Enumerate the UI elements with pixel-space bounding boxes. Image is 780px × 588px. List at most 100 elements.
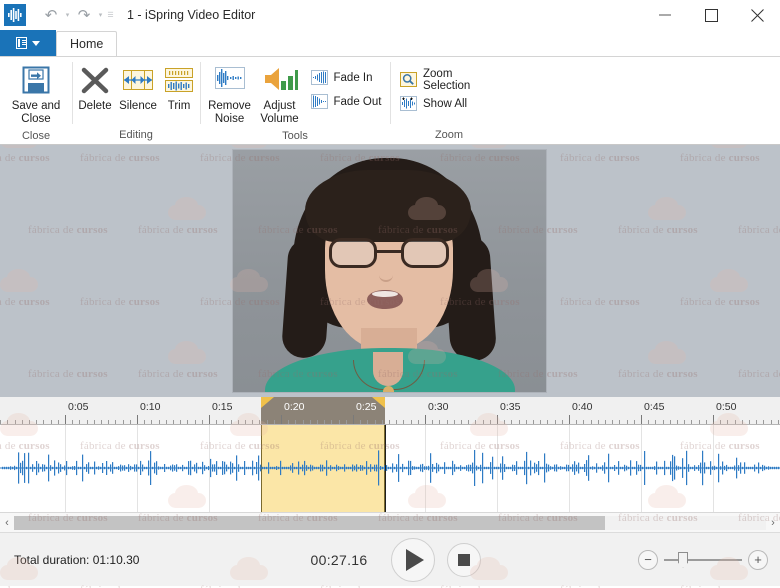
ruler-tick-minor <box>108 420 109 424</box>
redo-icon[interactable]: ↷ <box>73 4 95 26</box>
ruler-tick-major <box>497 415 498 424</box>
ruler-tick-major <box>137 415 138 424</box>
video-preview-stage <box>0 145 780 397</box>
file-menu-icon <box>16 37 27 49</box>
zoom-slider-knob[interactable] <box>678 551 689 568</box>
redo-dropdown-caret-icon[interactable]: ▾ <box>96 4 105 26</box>
ruler-tick-major <box>281 415 282 424</box>
scroll-right-arrow-icon[interactable]: › <box>766 513 780 533</box>
minimize-button[interactable] <box>642 0 688 30</box>
ruler-tick-minor <box>447 420 448 424</box>
undo-dropdown-caret-icon[interactable]: ▾ <box>63 4 72 26</box>
ruler-tick-minor <box>634 420 635 424</box>
save-and-close-button[interactable]: Save and Close <box>5 61 67 126</box>
silence-button[interactable]: Silence <box>116 61 160 113</box>
timeline-horizontal-scrollbar[interactable]: ‹ › <box>0 512 780 532</box>
ruler-tick-minor <box>144 420 145 424</box>
ruler-tick-minor <box>115 420 116 424</box>
timeline[interactable]: 0:05 0:10 0:15 0:20 0:25 0:30 0:35 0:40 0:45 0:50 <box>0 397 780 512</box>
ruler-tick-minor <box>655 420 656 424</box>
zoom-small-buttons: Zoom Selection Show All <box>394 61 504 114</box>
scroll-left-arrow-icon[interactable]: ‹ <box>0 513 14 533</box>
ruler-tick-minor <box>130 420 131 424</box>
video-preview[interactable] <box>233 150 546 392</box>
fade-in-icon <box>310 70 328 86</box>
ruler-tick-minor <box>303 420 304 424</box>
ruler-time-label: 0:25 <box>356 401 377 413</box>
ruler-tick-minor <box>511 420 512 424</box>
ruler-tick-minor <box>670 420 671 424</box>
ruler-tick-minor <box>324 420 325 424</box>
maximize-button[interactable] <box>688 0 734 30</box>
save-and-close-label-line2: Close <box>21 113 51 125</box>
ruler-tick-minor <box>461 420 462 424</box>
ruler-tick-minor <box>439 420 440 424</box>
ruler-tick-minor <box>382 420 383 424</box>
delete-button[interactable]: Delete <box>74 61 116 113</box>
show-all-button[interactable]: Show All <box>398 94 504 114</box>
ruler-tick-major <box>569 415 570 424</box>
ruler-tick-major <box>713 415 714 424</box>
waveform-area[interactable] <box>0 425 780 512</box>
ruler-tick-major <box>641 415 642 424</box>
ruler-tick-minor <box>735 420 736 424</box>
adjust-volume-label-line2: Volume <box>260 113 299 125</box>
ruler-tick-minor <box>706 420 707 424</box>
save-icon <box>20 64 52 96</box>
ruler-tick-minor <box>663 420 664 424</box>
quick-access-toolbar: ↶ ▾ ↷ ▾ ☰ <box>40 4 115 26</box>
undo-icon[interactable]: ↶ <box>40 4 62 26</box>
ruler-tick-minor <box>749 420 750 424</box>
ribbon-group-editing: Delete Silence Trim Editing <box>72 57 200 145</box>
fade-out-label: Fade Out <box>333 96 382 108</box>
file-menu-button[interactable] <box>0 30 56 56</box>
delete-label: Delete <box>78 100 112 112</box>
customize-quick-access-icon[interactable]: ☰ <box>106 4 115 26</box>
ruler-tick-minor <box>519 420 520 424</box>
ruler-tick-major <box>353 415 354 424</box>
scrollbar-track[interactable] <box>14 515 766 530</box>
ruler-tick-minor <box>533 420 534 424</box>
scrollbar-thumb[interactable] <box>14 515 605 530</box>
ruler-tick-minor <box>245 420 246 424</box>
zoom-in-button[interactable]: + <box>748 549 768 570</box>
ruler-tick-minor <box>159 420 160 424</box>
zoom-out-button[interactable]: − <box>638 549 658 570</box>
tab-home[interactable]: Home <box>56 31 118 57</box>
zoom-selection-button[interactable]: Zoom Selection <box>398 68 504 92</box>
fade-in-button[interactable]: Fade In <box>309 68 386 88</box>
ribbon-group-tools: Remove Noise Adjust Volume Fade In Fade … <box>200 57 390 145</box>
ruler-tick-minor <box>267 420 268 424</box>
adjust-volume-button[interactable]: Adjust Volume <box>255 61 305 126</box>
ruler-tick-major <box>425 415 426 424</box>
delete-x-icon <box>79 64 111 96</box>
ruler-tick-minor <box>432 420 433 424</box>
ruler-tick-minor <box>187 420 188 424</box>
ribbon-group-editing-label: Editing <box>119 129 153 141</box>
ruler-tick-minor <box>339 420 340 424</box>
fade-out-button[interactable]: Fade Out <box>309 92 386 112</box>
total-duration-label: Total duration: 01:10.30 <box>14 552 140 567</box>
zoom-slider[interactable] <box>664 550 742 570</box>
ruler-tick-minor <box>778 420 779 424</box>
title-bar: ↶ ▾ ↷ ▾ ☰ 1 - iSpring Video Editor <box>0 0 780 30</box>
ruler-tick-major <box>65 415 66 424</box>
play-button[interactable] <box>391 537 435 582</box>
ruler-tick-minor <box>756 420 757 424</box>
transport-controls: 00:27.16 <box>299 533 481 586</box>
adjust-volume-label-line1: Adjust <box>263 100 296 112</box>
playhead[interactable] <box>385 425 386 512</box>
ruler-tick-minor <box>223 420 224 424</box>
ruler-tick-minor <box>526 420 527 424</box>
ruler-tick-minor <box>173 420 174 424</box>
ruler-tick-minor <box>331 420 332 424</box>
trim-button[interactable]: Trim <box>160 61 198 113</box>
stop-button[interactable] <box>447 542 481 577</box>
timeline-ruler[interactable]: 0:05 0:10 0:15 0:20 0:25 0:30 0:35 0:40 0:45 0:50 <box>0 397 780 425</box>
ruler-tick-minor <box>547 420 548 424</box>
remove-noise-button[interactable]: Remove Noise <box>205 61 255 126</box>
close-button[interactable] <box>734 0 780 30</box>
ruler-tick-minor <box>51 420 52 424</box>
ruler-tick-minor <box>360 420 361 424</box>
fade-in-label: Fade In <box>333 72 373 84</box>
